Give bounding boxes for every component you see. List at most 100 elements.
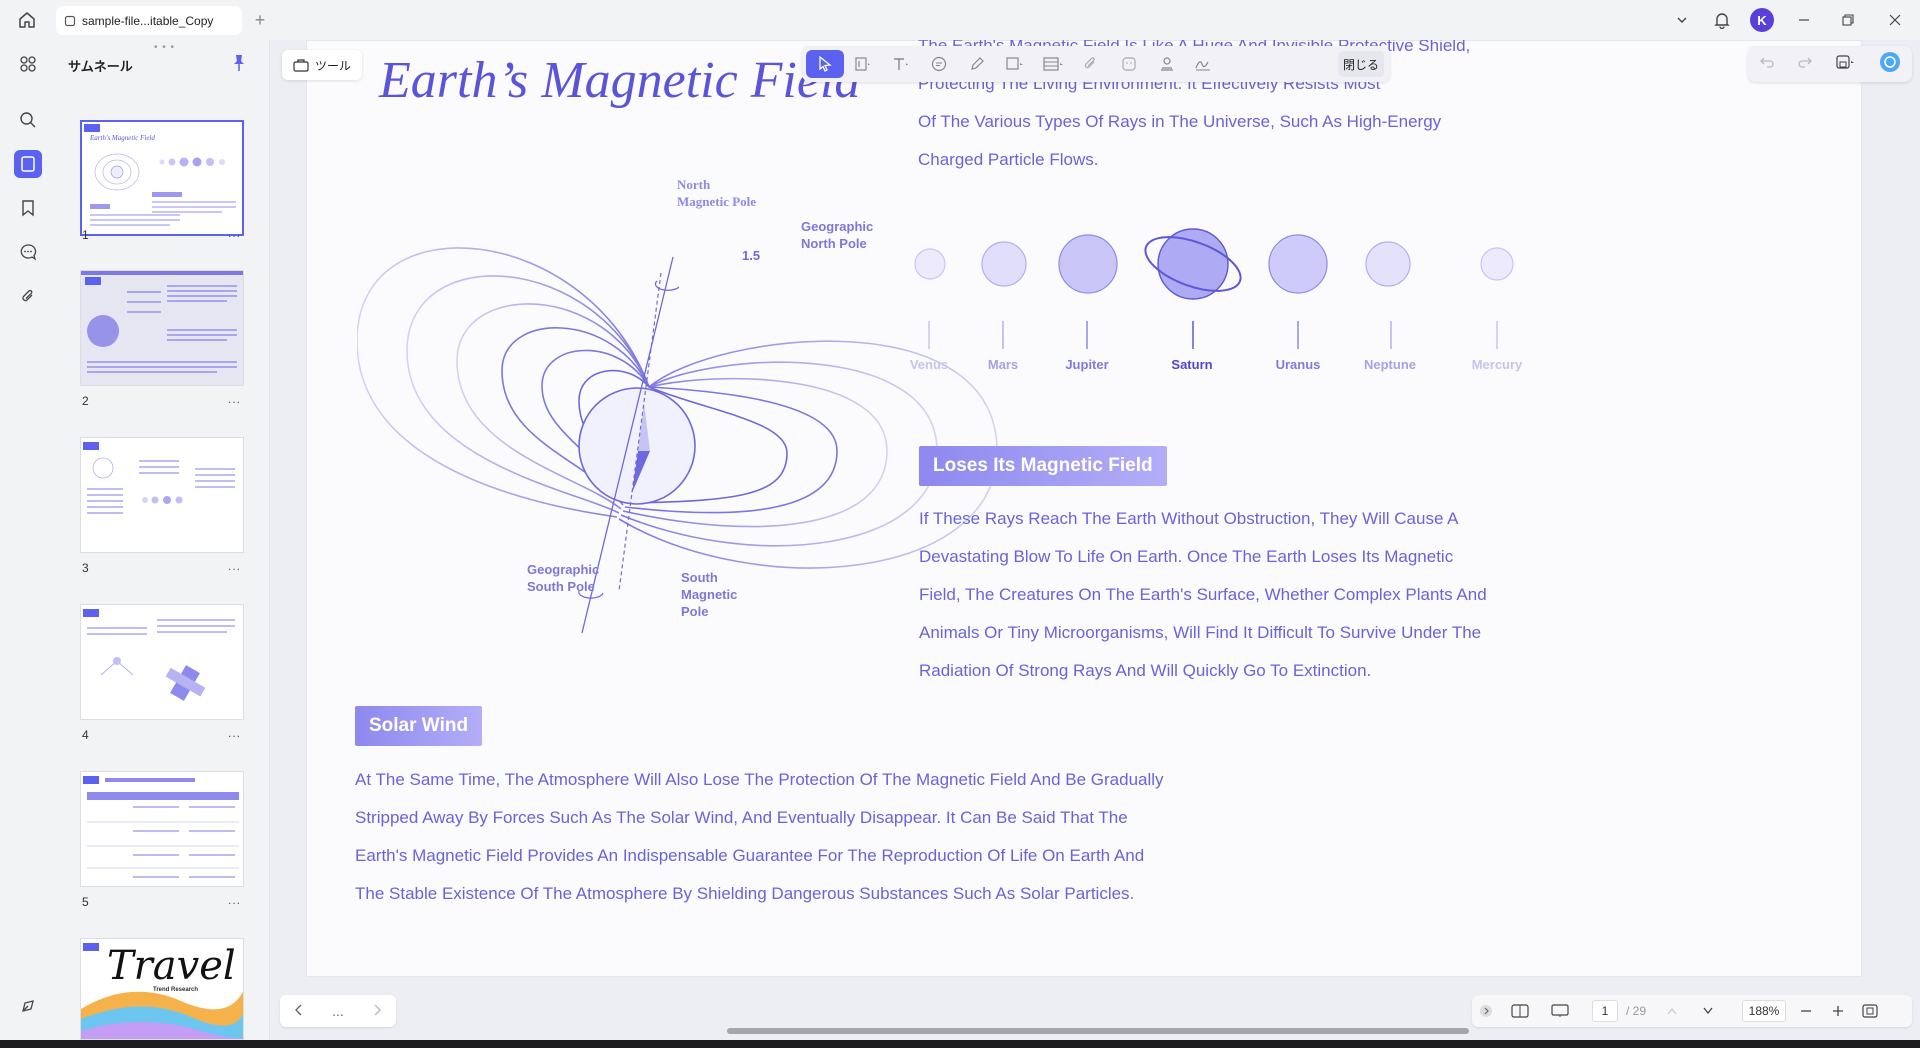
comment-tool-icon[interactable] bbox=[920, 50, 958, 78]
ai-assistant-icon[interactable] bbox=[1879, 51, 1901, 78]
page-number-3: 3 bbox=[82, 561, 89, 575]
account-button[interactable]: K bbox=[1742, 0, 1782, 40]
page-menu-1[interactable]: ... bbox=[228, 226, 241, 240]
horizontal-scrollbar[interactable] bbox=[727, 1028, 1469, 1034]
text-tool-icon[interactable] bbox=[882, 50, 920, 78]
tools-button[interactable]: ツール bbox=[282, 50, 362, 80]
paragraph-line: At The Same Time, The Atmosphere Will Al… bbox=[355, 770, 1164, 789]
label-north-magnetic-pole: North Magnetic Pole bbox=[677, 177, 757, 209]
grid-icon[interactable] bbox=[14, 50, 42, 78]
page-menu-5[interactable]: ... bbox=[228, 893, 241, 907]
page-layout-icon[interactable] bbox=[1500, 995, 1540, 1027]
home-icon[interactable] bbox=[16, 9, 38, 31]
label-south-magnetic-pole: South Magnetic Pole bbox=[681, 570, 738, 619]
paragraph-line: Devastating Blow To Life On Earth. Once … bbox=[919, 547, 1454, 566]
page-title: Earth’s Magnetic Field bbox=[379, 52, 861, 109]
fit-page-icon[interactable] bbox=[1850, 995, 1890, 1027]
stamp-tool-icon[interactable] bbox=[1148, 50, 1186, 78]
more-button[interactable]: ... bbox=[332, 1003, 344, 1019]
intro-line: Charged Particle Flows. bbox=[918, 150, 1099, 169]
bell-icon[interactable] bbox=[1702, 0, 1742, 40]
section-heading-loses-field: Loses Its Magnetic Field bbox=[919, 446, 1167, 486]
tab-title: sample-file...itable_Copy bbox=[82, 13, 214, 28]
bookmark-icon[interactable] bbox=[14, 194, 42, 222]
page-number-1: 1 bbox=[82, 228, 89, 242]
redo-icon[interactable] bbox=[1797, 55, 1813, 74]
planet-label-mercury: Mercury bbox=[1471, 357, 1523, 372]
mercury-icon bbox=[1480, 247, 1514, 349]
attachment-icon[interactable] bbox=[14, 282, 42, 310]
right-toolbar bbox=[1748, 46, 1912, 82]
save-icon[interactable] bbox=[1835, 54, 1857, 75]
paragraph-line: If These Rays Reach The Earth Without Ob… bbox=[919, 509, 1459, 528]
page-menu-2[interactable]: ... bbox=[228, 392, 241, 406]
page-thumbnail-4[interactable] bbox=[80, 604, 244, 720]
zoom-out-icon[interactable] bbox=[1786, 995, 1826, 1027]
left-icon-rail bbox=[0, 40, 56, 1040]
page-number-4: 4 bbox=[82, 728, 89, 742]
document-tab[interactable]: sample-file...itable_Copy bbox=[56, 6, 242, 35]
drag-handle[interactable]: • • • bbox=[154, 42, 175, 53]
select-tool-icon[interactable] bbox=[806, 50, 844, 78]
chevron-left-icon[interactable] bbox=[294, 1003, 304, 1019]
signature-tool-icon[interactable] bbox=[1186, 50, 1224, 78]
avatar: K bbox=[1750, 8, 1774, 32]
collapse-icon[interactable] bbox=[1472, 995, 1500, 1027]
search-icon[interactable] bbox=[14, 106, 42, 134]
next-page-icon[interactable] bbox=[1690, 995, 1726, 1027]
feedback-icon[interactable] bbox=[14, 992, 42, 1020]
close-window-button[interactable] bbox=[1870, 0, 1920, 40]
thumbnails-icon[interactable] bbox=[14, 150, 42, 178]
loses-field-paragraph: If These Rays Reach The Earth Without Ob… bbox=[919, 500, 1487, 690]
planet-label-uranus: Uranus bbox=[1275, 357, 1321, 372]
pencil-tool-icon[interactable] bbox=[958, 50, 996, 78]
page-thumbnail-5[interactable] bbox=[80, 771, 244, 887]
page-thumbnail-1[interactable]: Earth's Magnetic Field bbox=[80, 120, 244, 236]
page-thumbnail-3[interactable] bbox=[80, 437, 244, 553]
document-viewport[interactable]: Earth’s Magnetic Field North Magnetic Po… bbox=[270, 40, 1920, 1040]
page-nav-left: ... bbox=[280, 995, 396, 1027]
page-menu-3[interactable]: ... bbox=[228, 559, 241, 573]
taskbar-strip bbox=[0, 1040, 1920, 1048]
page-menu-4[interactable]: ... bbox=[228, 726, 241, 740]
close-toolbar-button[interactable]: 閉じる bbox=[1338, 51, 1384, 77]
svg-text:Earth's Magnetic Field: Earth's Magnetic Field bbox=[89, 134, 155, 142]
thumbnail-title: Travel bbox=[107, 943, 236, 989]
thumbnail-panel-title: サムネール bbox=[68, 59, 133, 74]
tools-label: ツール bbox=[314, 58, 351, 73]
minimize-button[interactable] bbox=[1782, 0, 1826, 40]
paragraph-line: Stripped Away By Forces Such As The Sola… bbox=[355, 808, 1128, 827]
planet-label-venus: Venus bbox=[909, 357, 949, 372]
page-controls: 1 / 29 188% bbox=[1472, 995, 1912, 1027]
label-geographic-north-pole: Geographic North Pole bbox=[801, 219, 874, 251]
comments-icon[interactable] bbox=[14, 238, 42, 266]
planet-label-neptune: Neptune bbox=[1364, 357, 1416, 372]
restore-button[interactable] bbox=[1826, 0, 1870, 40]
zoom-in-icon[interactable] bbox=[1826, 995, 1850, 1027]
shape-tool-icon[interactable] bbox=[996, 50, 1034, 78]
new-tab-button[interactable]: + bbox=[250, 10, 270, 30]
paragraph-line: Animals Or Tiny Microorganisms, Will Fin… bbox=[919, 623, 1482, 642]
solar-wind-paragraph: At The Same Time, The Atmosphere Will Al… bbox=[355, 761, 1164, 913]
undo-icon[interactable] bbox=[1759, 55, 1775, 74]
sticker-tool-icon[interactable] bbox=[1110, 50, 1148, 78]
chevron-right-icon[interactable] bbox=[372, 1003, 382, 1019]
form-tool-icon[interactable] bbox=[1034, 50, 1072, 78]
pin-icon[interactable] bbox=[232, 54, 248, 72]
presentation-icon[interactable] bbox=[1540, 995, 1580, 1027]
thumbnail-panel: • • • サムネール Earth's Magnetic Field 1 ... bbox=[56, 40, 270, 1040]
page-number-input[interactable]: 1 bbox=[1592, 1000, 1618, 1022]
toolbox-icon bbox=[293, 59, 309, 72]
intro-line: Of The Various Types Of Rays in The Univ… bbox=[918, 112, 1442, 131]
label-geographic-south-pole: Geographic South Pole bbox=[527, 562, 600, 594]
chevron-down-icon[interactable] bbox=[1662, 0, 1702, 40]
page-thumbnail-6[interactable]: Travel Trend Research bbox=[80, 938, 244, 1040]
zoom-level[interactable]: 188% bbox=[1742, 1000, 1786, 1022]
document-icon bbox=[64, 15, 76, 26]
prev-page-icon[interactable] bbox=[1654, 995, 1690, 1027]
highlight-tool-icon[interactable] bbox=[844, 50, 882, 78]
attach-tool-icon[interactable] bbox=[1072, 50, 1110, 78]
page-thumbnail-2[interactable] bbox=[80, 270, 244, 386]
pdf-page: Earth’s Magnetic Field North Magnetic Po… bbox=[306, 40, 1862, 977]
annotation-toolbar: 閉じる bbox=[802, 46, 1390, 82]
